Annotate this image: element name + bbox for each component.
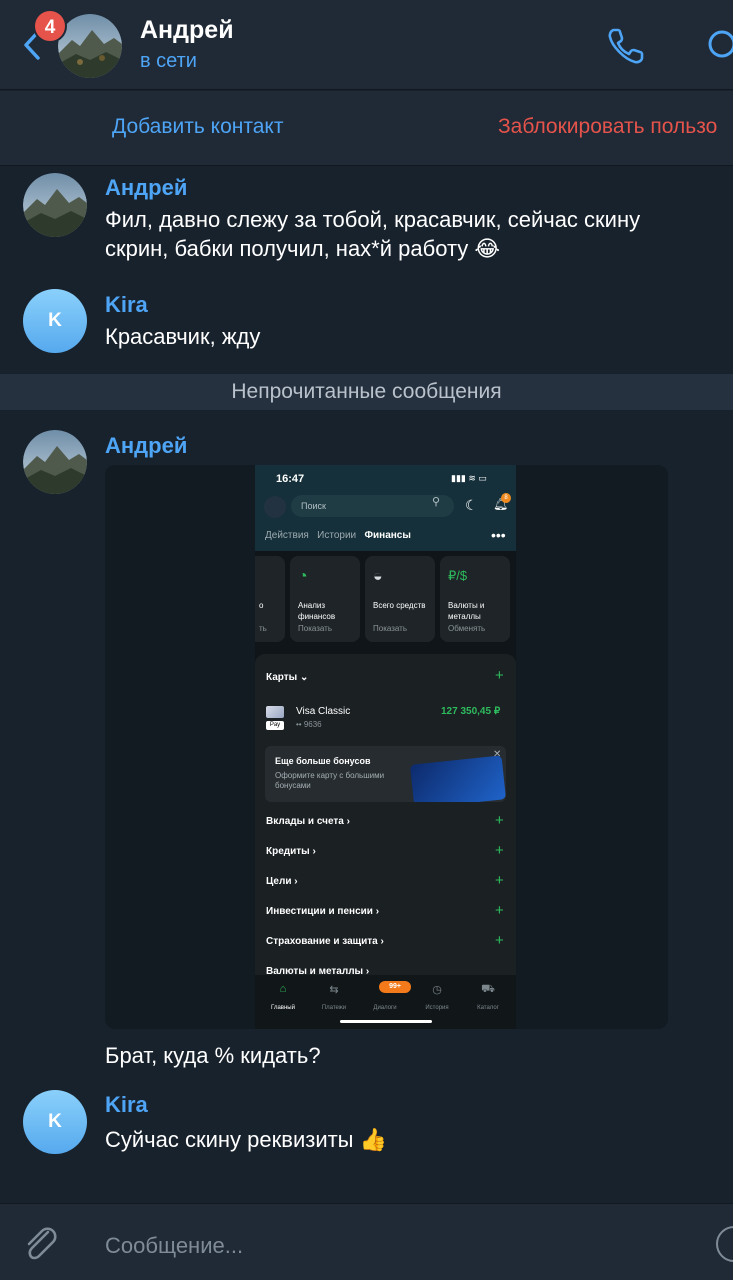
nav-label: Платежи bbox=[321, 1005, 347, 1011]
plus-icon: + bbox=[495, 872, 504, 889]
app-tab: Истории bbox=[317, 530, 357, 541]
promo-title: Еще больше бонусов bbox=[275, 756, 371, 766]
moon-icon: ☾ bbox=[465, 497, 478, 513]
section-label: Инвестиции и пенсии › bbox=[266, 906, 380, 917]
cart-icon: ⛟ bbox=[481, 983, 495, 995]
app-search: Поиск bbox=[291, 495, 454, 517]
bell-badge: 8 bbox=[501, 493, 511, 503]
home-indicator bbox=[340, 1020, 432, 1023]
nav-label: Диалоги bbox=[373, 1005, 397, 1011]
message-text: скрин, бабки получил, нах*й работу 😂 bbox=[105, 236, 501, 261]
card-name: Visa Classic bbox=[296, 706, 351, 717]
message-text: Красавчик, жду bbox=[105, 324, 261, 349]
more-icon: ••• bbox=[491, 527, 506, 543]
message-input[interactable]: Сообщение... bbox=[105, 1233, 243, 1259]
message-text: Суйчас скину реквизиты 👍 bbox=[105, 1127, 388, 1152]
bank-app-screenshot: 16:47 ▮▮▮ ≋ ▭ Поиск ⚲ ☾ 🔔︎ 8 Действия Ис… bbox=[255, 465, 516, 1029]
avatar[interactable]: K bbox=[23, 1090, 87, 1154]
avatar[interactable]: K bbox=[23, 289, 87, 353]
close-icon: ✕ bbox=[493, 749, 502, 760]
promo-sub: Оформите карту с большими бонусами bbox=[275, 771, 385, 790]
app-search-icon: ⚲ bbox=[432, 496, 441, 508]
avatar[interactable] bbox=[23, 173, 87, 237]
app-tile: ₽/$ Валюты и металлы Обменять bbox=[440, 556, 510, 642]
phone-icon[interactable] bbox=[604, 24, 648, 68]
card-icon bbox=[266, 706, 284, 718]
app-tile: ◒ Всего средств Показать bbox=[365, 556, 435, 642]
currency-icon: ₽/$ bbox=[448, 568, 468, 583]
nav-badge: 99+ bbox=[379, 981, 411, 993]
payments-icon: ⇆ bbox=[329, 984, 339, 996]
avatar[interactable] bbox=[58, 14, 122, 78]
tile-title: Анализ финансов bbox=[298, 601, 336, 621]
tile-title: Всего средств bbox=[373, 601, 426, 610]
plus-icon: + bbox=[495, 932, 504, 949]
tile-sub: ть bbox=[259, 624, 267, 633]
apple-pay-icon: Pay bbox=[266, 721, 284, 730]
tile-sub: Показать bbox=[373, 624, 408, 633]
plus-icon: + bbox=[495, 842, 504, 859]
app-tile: ◔ Анализ финансов Показать bbox=[290, 556, 360, 642]
chat-status: в сети bbox=[140, 50, 197, 72]
section-label: Цели › bbox=[266, 876, 298, 887]
message-sender[interactable]: Андрей bbox=[105, 433, 187, 459]
home-icon: ⌂ bbox=[279, 983, 287, 995]
status-time: 16:47 bbox=[276, 473, 305, 485]
section-label: Вклады и счета › bbox=[266, 816, 350, 827]
promo-banner: Еще больше бонусов Оформите карту с боль… bbox=[265, 746, 506, 802]
app-tile: о ть bbox=[255, 556, 285, 642]
message-text: Фил, давно слежу за тобой, красавчик, се… bbox=[105, 207, 641, 232]
app-tab: Действия bbox=[265, 530, 309, 541]
avatar[interactable] bbox=[23, 430, 87, 494]
message-caption: Брат, куда % кидать? bbox=[105, 1043, 321, 1068]
app-tab: Финансы bbox=[364, 530, 411, 541]
search-icon[interactable] bbox=[704, 26, 733, 66]
image-attachment[interactable]: 16:47 ▮▮▮ ≋ ▭ Поиск ⚲ ☾ 🔔︎ 8 Действия Ис… bbox=[105, 465, 668, 1029]
tile-title: о bbox=[259, 601, 264, 610]
card-amount: 127 350,45 ₽ bbox=[441, 706, 501, 717]
chat-title[interactable]: Андрей bbox=[140, 16, 234, 45]
pie-icon: ◔ bbox=[298, 568, 308, 585]
message-sender[interactable]: Kira bbox=[105, 292, 148, 318]
promo-card-image bbox=[409, 755, 506, 802]
app-logo bbox=[264, 496, 286, 518]
tile-sub: Показать bbox=[298, 624, 333, 633]
tile-sub: Обменять bbox=[448, 624, 486, 633]
history-icon: ◷ bbox=[432, 984, 442, 996]
unread-badge: 4 bbox=[33, 9, 67, 43]
nav-label: История bbox=[425, 1005, 449, 1011]
message-sender[interactable]: Андрей bbox=[105, 175, 187, 201]
add-contact-button[interactable]: Добавить контакт bbox=[112, 115, 283, 139]
app-tabs: Действия Истории Финансы bbox=[265, 530, 411, 541]
nav-label: Каталог bbox=[477, 1005, 499, 1011]
block-user-button[interactable]: Заблокировать пользо bbox=[498, 115, 717, 139]
plus-icon: + bbox=[495, 812, 504, 829]
section-label: Страхование и защита › bbox=[266, 936, 384, 947]
status-icons: ▮▮▮ ≋ ▭ bbox=[451, 473, 487, 483]
section-label: Кредиты › bbox=[266, 846, 316, 857]
tile-title: Валюты и металлы bbox=[448, 601, 485, 621]
paperclip-icon[interactable] bbox=[20, 1222, 62, 1264]
cards-label: Карты ⌄ bbox=[266, 672, 309, 683]
bag-icon: ◒ bbox=[373, 568, 383, 585]
plus-icon: + bbox=[495, 667, 504, 684]
nav-label: Главный bbox=[271, 1005, 295, 1011]
card-number: •• 9636 bbox=[296, 720, 322, 729]
plus-icon: + bbox=[495, 902, 504, 919]
message-sender[interactable]: Kira bbox=[105, 1092, 148, 1118]
unread-divider: Непрочитанные сообщения bbox=[0, 374, 733, 410]
